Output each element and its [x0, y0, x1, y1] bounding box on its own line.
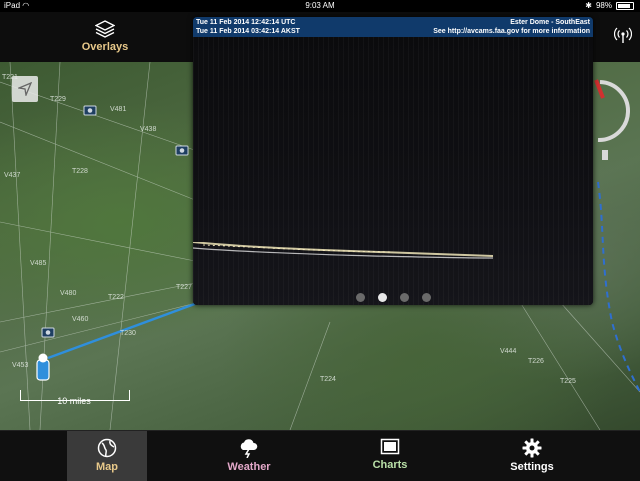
page-dot[interactable] — [355, 293, 365, 302]
route-label: V437 — [4, 172, 21, 179]
route-label: V480 — [60, 290, 77, 297]
page-dot[interactable] — [399, 293, 409, 302]
storm-cloud-icon — [240, 439, 258, 458]
route-label: T226 — [528, 358, 544, 365]
locate-button[interactable] — [12, 76, 38, 102]
route-label: V485 — [30, 260, 47, 267]
tab-bar: Map Weather Charts Settings — [0, 430, 640, 481]
city-lights-image — [193, 242, 493, 259]
webcam-page-indicator[interactable] — [193, 293, 593, 302]
webcam-image[interactable] — [193, 37, 593, 305]
webcam-caption: Tue 11 Feb 2014 12:42:14 UTC Tue 11 Feb … — [193, 17, 593, 37]
route-label: T224 — [320, 376, 336, 383]
tab-charts[interactable]: Charts — [350, 431, 430, 481]
tab-weather[interactable]: Weather — [209, 431, 289, 481]
tab-charts-label: Charts — [372, 459, 408, 471]
route-label: V444 — [500, 348, 517, 355]
route-label: T222 — [108, 294, 124, 301]
webcam-marker-icon[interactable] — [40, 324, 56, 340]
tab-weather-label: Weather — [227, 461, 271, 473]
location-arrow-icon — [18, 82, 32, 96]
tab-settings[interactable]: Settings — [492, 431, 572, 481]
battery-icon — [616, 2, 634, 10]
webcam-location: Ester Dome - SouthEast — [510, 19, 590, 26]
bluetooth-icon: ✱ — [585, 1, 592, 10]
route-label: V481 — [110, 106, 127, 113]
overlays-label: Overlays — [81, 41, 129, 53]
layers-icon — [95, 20, 115, 38]
tab-map-label: Map — [96, 461, 118, 473]
webcam-popup[interactable]: Tue 11 Feb 2014 12:42:14 UTC Tue 11 Feb … — [193, 17, 593, 305]
route-label: V453 — [12, 362, 29, 369]
webcam-local-time: Tue 11 Feb 2014 03:42:14 AKST — [196, 28, 300, 35]
globe-icon — [97, 438, 117, 458]
route-label: V438 — [140, 126, 157, 133]
broadcast-button[interactable] — [613, 26, 633, 49]
webcam-utc-time: Tue 11 Feb 2014 12:42:14 UTC — [196, 19, 296, 26]
route-label: V460 — [72, 316, 89, 323]
page-dot-active[interactable] — [377, 293, 387, 302]
battery-status: ✱ 98% — [585, 0, 634, 12]
aircraft-position-icon[interactable] — [32, 352, 54, 384]
webcam-marker-icon[interactable] — [82, 102, 98, 118]
route-label: T227 — [176, 284, 192, 291]
gear-icon — [522, 438, 542, 458]
status-bar: iPad ◠ 9:03 AM ✱ 98% — [0, 0, 640, 12]
broadcast-icon — [613, 27, 633, 43]
route-label: T230 — [120, 330, 136, 337]
tab-map[interactable]: Map — [67, 431, 147, 481]
webcam-source: See http://avcams.faa.gov for more infor… — [433, 28, 590, 35]
tab-settings-label: Settings — [510, 461, 554, 473]
status-time: 9:03 AM — [305, 1, 335, 10]
map-scale-label: 10 miles — [57, 396, 91, 406]
webcam-marker-icon[interactable] — [174, 142, 190, 158]
route-label: T229 — [50, 96, 66, 103]
overlays-button[interactable]: Overlays — [70, 20, 140, 53]
route-label: T225 — [560, 378, 576, 385]
page-dot[interactable] — [421, 293, 431, 302]
route-label: T228 — [72, 168, 88, 175]
chart-window-icon — [380, 438, 400, 455]
